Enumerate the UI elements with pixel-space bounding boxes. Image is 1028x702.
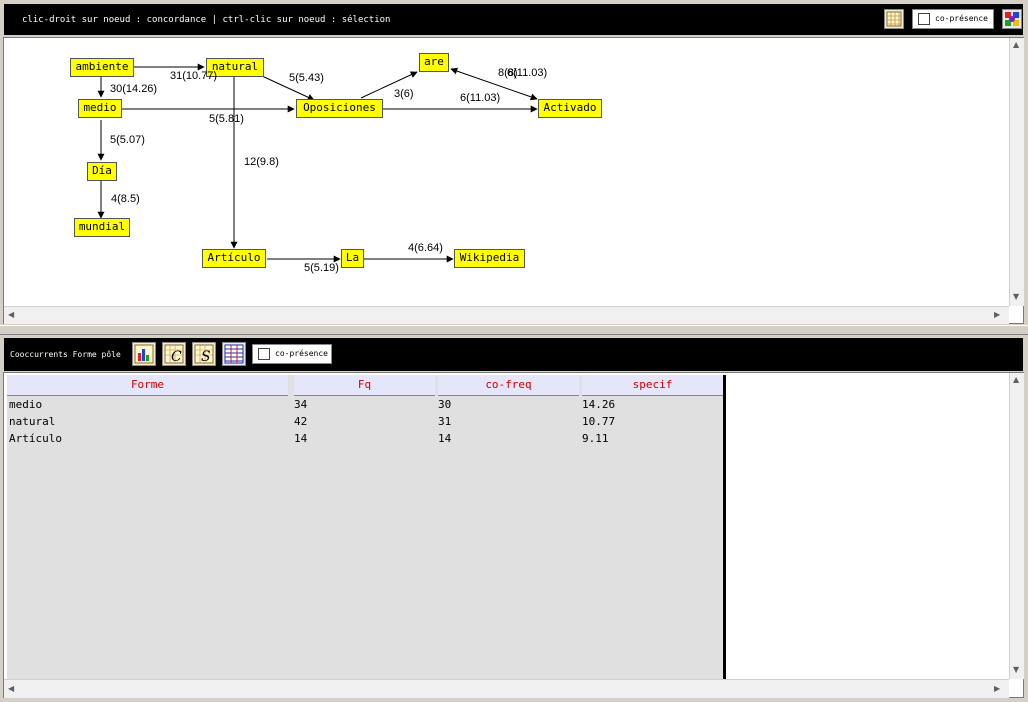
header-fq[interactable]: Fq <box>294 375 435 396</box>
edge-label-articulo-la: 5(5.19) <box>304 262 339 274</box>
toolbar-hint: clic-droit sur noeud : concordance | ctr… <box>22 15 391 25</box>
graph-horizontal-scrollbar[interactable]: ◀ ▶ <box>4 306 1009 324</box>
node-mundial[interactable]: mundial <box>74 218 130 237</box>
cell-cofreq[interactable]: 31 <box>438 415 451 428</box>
scroll-right-icon[interactable]: ▶ <box>994 310 1000 319</box>
scroll-up-icon[interactable]: ▲ <box>1013 40 1019 49</box>
checkbox-box[interactable] <box>918 13 930 25</box>
bottom-toolbar: Cooccurrents Forme pôle C S co-présence <box>4 338 1023 371</box>
node-are[interactable]: are <box>419 53 449 72</box>
table-vertical-scrollbar[interactable]: ▲ ▼ <box>1009 373 1024 679</box>
edge-label-natural-oposiciones: 5(5.43) <box>289 72 324 84</box>
graph-vertical-scrollbar[interactable]: ▲ ▼ <box>1009 38 1024 306</box>
node-ambiente[interactable]: ambiente <box>70 58 134 77</box>
scroll-down-icon[interactable]: ▼ <box>1013 665 1019 674</box>
panel-splitter[interactable] <box>0 325 1028 335</box>
node-oposiciones[interactable]: Oposiciones <box>296 99 383 118</box>
header-forme[interactable]: Forme <box>7 375 288 396</box>
cell-forme[interactable]: natural <box>9 415 55 428</box>
cell-forme[interactable]: Artículo <box>9 432 62 445</box>
cell-fq[interactable]: 42 <box>294 415 307 428</box>
node-medio[interactable]: medio <box>78 99 122 118</box>
palette-icon[interactable] <box>1002 9 1022 29</box>
copresence-label: co-présence <box>935 14 988 23</box>
copresence-label: co-présence <box>275 349 328 358</box>
cell-specif[interactable]: 9.11 <box>582 432 609 445</box>
column-cofreq <box>435 375 582 679</box>
node-activado[interactable]: Activado <box>538 99 602 118</box>
chart-icon[interactable] <box>132 342 156 366</box>
cell-cofreq[interactable]: 14 <box>438 432 451 445</box>
edge-label-dia-mundial: 4(8.5) <box>111 193 140 205</box>
cell-fq[interactable]: 14 <box>294 432 307 445</box>
cell-specif[interactable]: 10.77 <box>582 415 615 428</box>
svg-text:C: C <box>171 349 182 365</box>
top-toolbar: clic-droit sur noeud : concordance | ctr… <box>4 4 1023 35</box>
graph-panel: ambiente natural medio Oposiciones are A… <box>3 37 1024 324</box>
node-la[interactable]: La <box>341 249 364 268</box>
edge-label-medio-dia: 5(5.07) <box>110 134 145 146</box>
copresence-checkbox-bottom[interactable]: co-présence <box>252 344 332 364</box>
node-articulo[interactable]: Artículo <box>202 249 266 268</box>
edge-label-ambiente-medio: 30(14.26) <box>110 83 158 95</box>
edge-label-oposiciones-activado: 6(11.03) <box>460 92 501 104</box>
cell-fq[interactable]: 34 <box>294 398 307 411</box>
cell-cofreq[interactable]: 30 <box>438 398 451 411</box>
grid-icon[interactable] <box>884 9 904 29</box>
c-icon[interactable]: C <box>162 342 186 366</box>
edge-label-are-activado-b: 6(11.03) <box>507 67 548 79</box>
edge-label-natural-articulo: 12(9.8) <box>244 156 279 168</box>
scroll-up-icon[interactable]: ▲ <box>1013 375 1019 384</box>
s-icon[interactable]: S <box>192 342 216 366</box>
cooccurrents-title: Cooccurrents Forme pôle <box>10 350 121 359</box>
node-dia[interactable]: Día <box>87 162 117 181</box>
cell-forme[interactable]: medio <box>9 398 42 411</box>
scroll-right-icon[interactable]: ▶ <box>994 684 1000 693</box>
scroll-left-icon[interactable]: ◀ <box>8 684 14 693</box>
edge-label-oposiciones-are: 3(6) <box>394 88 414 100</box>
table-horizontal-scrollbar[interactable]: ◀ ▶ <box>4 679 1009 698</box>
scroll-left-icon[interactable]: ◀ <box>8 310 14 319</box>
checkbox-box[interactable] <box>258 348 270 360</box>
copresence-checkbox-top[interactable]: co-présence <box>912 9 994 29</box>
cooccurrents-table: Forme Fq co-freq specif medio 34 30 14.2… <box>3 372 1024 698</box>
header-specif[interactable]: specif <box>582 375 723 396</box>
edge-label-ambiente-natural: 31(10.77) <box>170 70 218 82</box>
column-fq <box>291 375 438 679</box>
table-icon[interactable] <box>222 342 246 366</box>
edge-label-medio-oposiciones: 5(5.81) <box>209 113 244 125</box>
header-cofreq[interactable]: co-freq <box>438 375 579 396</box>
edge-label-la-wikipedia: 4(6.64) <box>408 242 443 254</box>
node-wikipedia[interactable]: Wikipedia <box>454 249 525 268</box>
cell-specif[interactable]: 14.26 <box>582 398 615 411</box>
scroll-down-icon[interactable]: ▼ <box>1013 292 1019 301</box>
svg-text:S: S <box>201 349 211 365</box>
